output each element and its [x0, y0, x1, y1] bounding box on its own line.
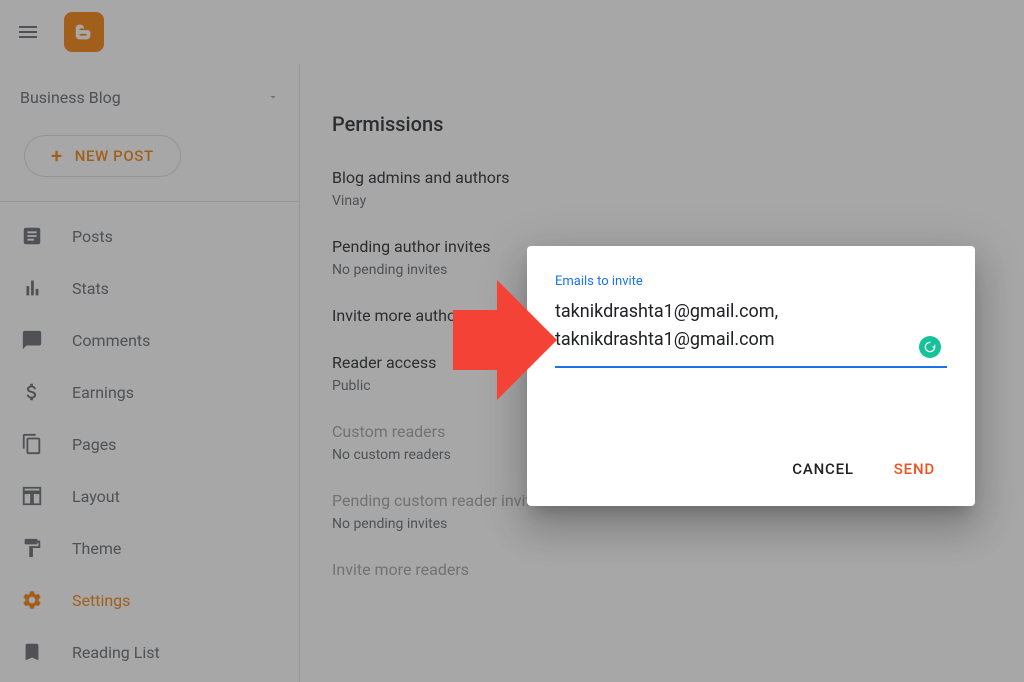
grammarly-icon[interactable] [919, 336, 941, 358]
dialog-actions: CANCEL SEND [555, 452, 947, 486]
emails-field: Emails to invite [555, 274, 947, 380]
send-button[interactable]: SEND [882, 452, 947, 486]
cancel-button[interactable]: CANCEL [780, 452, 866, 486]
invite-dialog: Emails to invite CANCEL SEND [527, 246, 975, 506]
dialog-field-label: Emails to invite [555, 274, 643, 289]
emails-input[interactable] [555, 292, 947, 368]
